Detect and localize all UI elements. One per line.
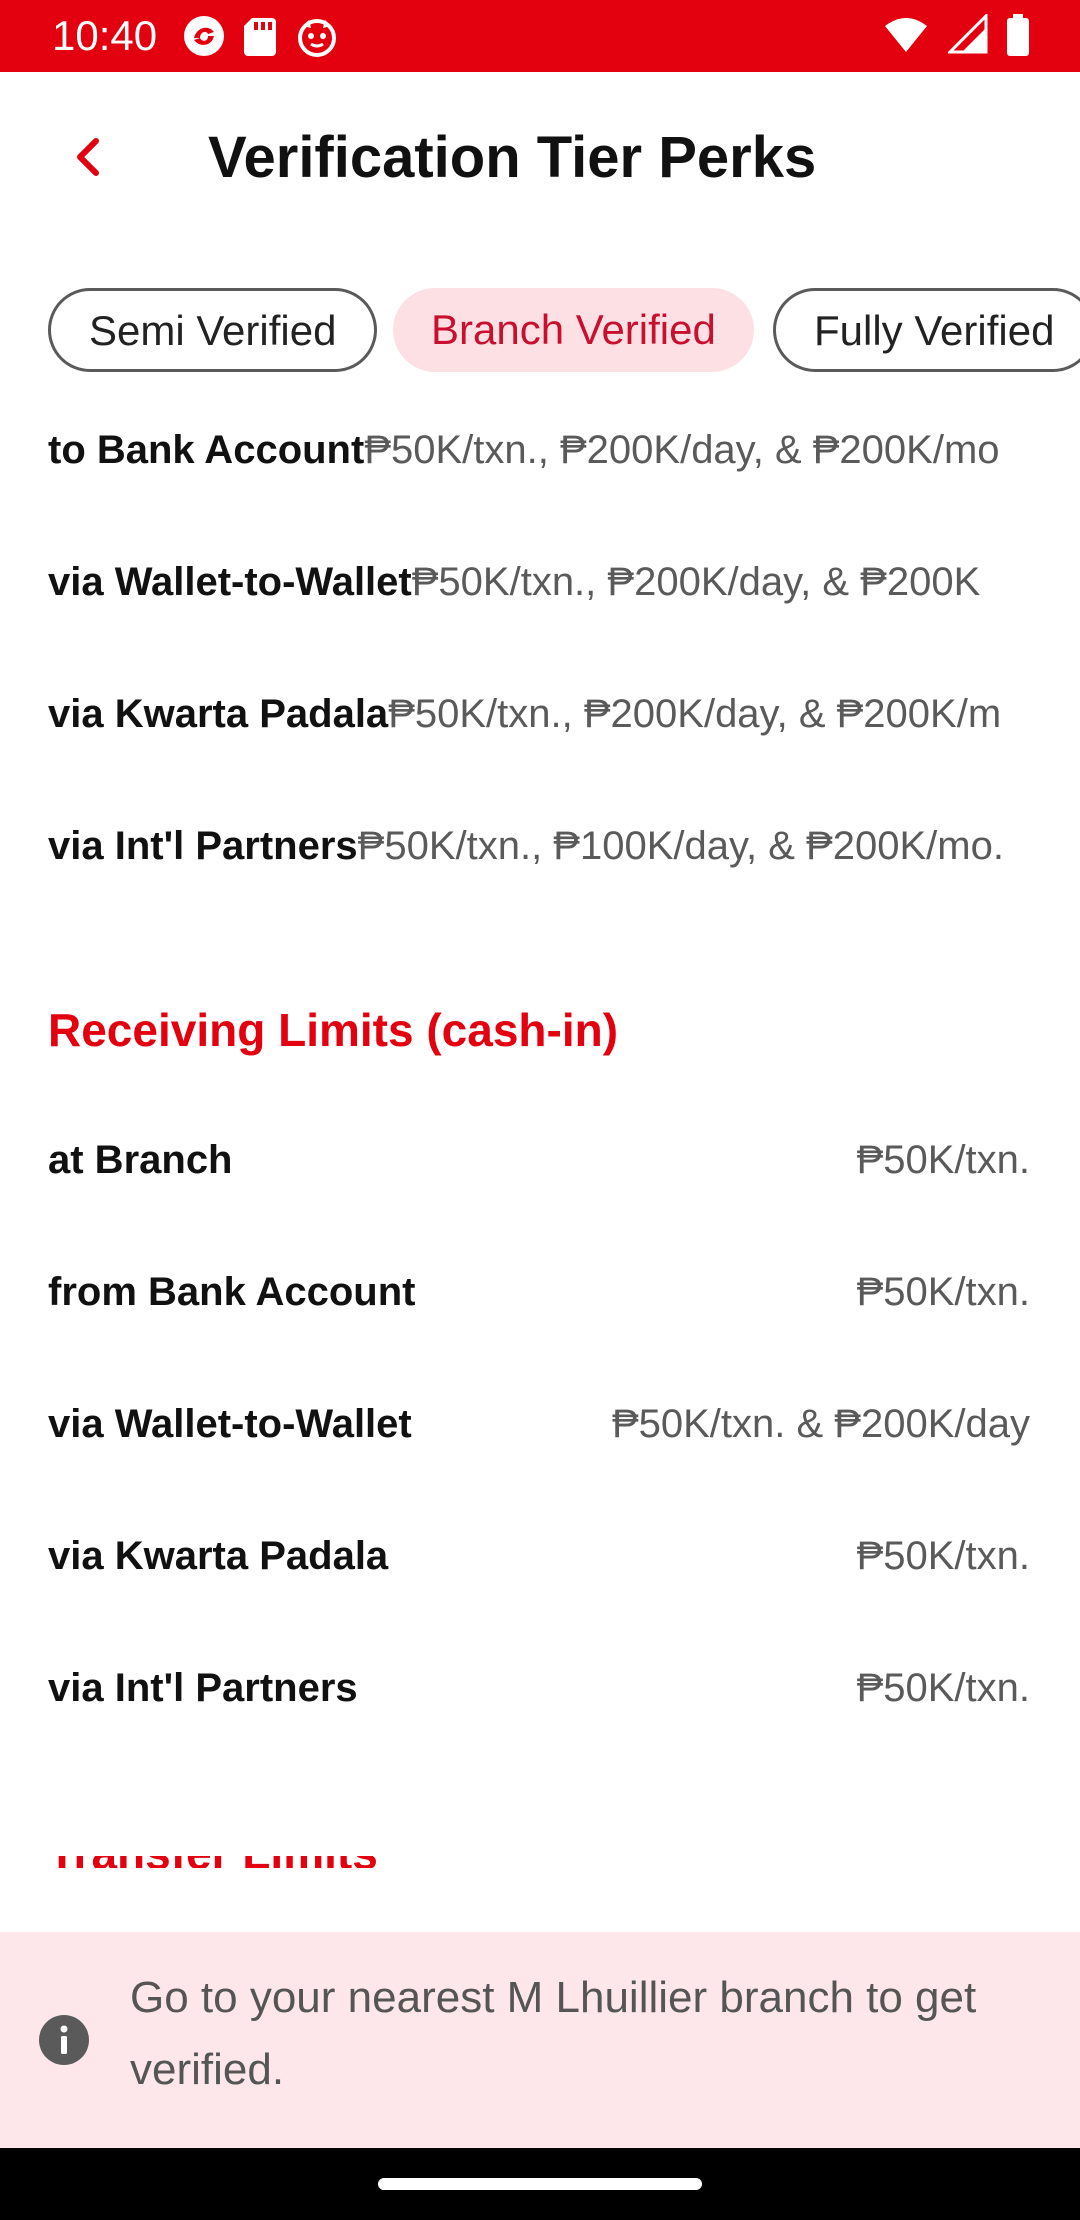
list-item: from Bank Account ₱50K/txn. (48, 1257, 1030, 1327)
info-icon (39, 2015, 89, 2065)
limit-value: ₱50K/txn., ₱200K/day, & ₱200K (411, 559, 981, 604)
list-item: via Kwarta Padala ₱50K/txn., ₱200K/day, … (48, 679, 1030, 749)
next-section-title: Transfer Limits (48, 1856, 378, 1868)
limit-label: via Kwarta Padala (48, 1533, 389, 1578)
battery-icon (1007, 14, 1029, 56)
app-notification-icon (184, 16, 224, 56)
app-bar: Verification Tier Perks (0, 72, 1080, 242)
info-banner: Go to your nearest M Lhuillier branch to… (0, 1932, 1080, 2148)
list-item: via Wallet-to-Wallet ₱50K/txn., ₱200K/da… (48, 547, 1030, 617)
home-gesture-handle[interactable] (378, 2178, 702, 2190)
chevron-left-icon (77, 138, 99, 176)
limit-value: ₱50K/txn. & ₱200K/day (611, 1401, 1030, 1446)
status-bar: 10:40 (0, 0, 1080, 72)
perks-content[interactable]: to Bank Account ₱50K/txn., ₱200K/day, & … (0, 380, 1080, 1869)
tab-semi-verified[interactable]: Semi Verified (48, 288, 378, 372)
limit-label: via Wallet-to-Wallet (48, 559, 412, 604)
info-text: Go to your nearest M Lhuillier branch to… (130, 1973, 977, 2094)
limit-label: at Branch (48, 1137, 233, 1182)
wifi-icon (885, 18, 928, 52)
limit-value: ₱50K/txn. (856, 1533, 1030, 1578)
limit-label: to Bank Account (48, 427, 365, 472)
list-item: via Kwarta Padala ₱50K/txn. (48, 1521, 1030, 1591)
limit-value: ₱50K/txn. (856, 1269, 1030, 1314)
limit-value: ₱50K/txn. (856, 1137, 1030, 1182)
limit-label: via Wallet-to-Wallet (48, 1401, 412, 1446)
limit-value: ₱50K/txn. (856, 1665, 1030, 1710)
limit-label: via Kwarta Padala (48, 691, 389, 736)
limit-value: ₱50K/txn., ₱100K/day, & ₱200K/mo. (357, 823, 1004, 868)
list-item: at Branch ₱50K/txn. (48, 1125, 1030, 1195)
list-item: via Int'l Partners ₱50K/txn., ₱100K/day,… (48, 811, 1030, 881)
tab-fully-verified[interactable]: Fully Verified (773, 288, 1080, 372)
signal-icon (945, 12, 988, 54)
system-nav-bar (0, 2148, 1080, 2220)
list-item: via Int'l Partners ₱50K/txn. (48, 1653, 1030, 1723)
status-time: 10:40 (52, 12, 158, 59)
status-system-icons (869, 12, 1030, 58)
cat-face-icon (297, 19, 336, 57)
limit-label: from Bank Account (48, 1269, 416, 1314)
page-title: Verification Tier Perks (208, 125, 817, 190)
list-item: to Bank Account ₱50K/txn., ₱200K/day, & … (48, 415, 1030, 485)
limit-label: via Int'l Partners (48, 823, 358, 868)
status-app-icons (182, 14, 351, 58)
tab-branch-verified[interactable]: Branch Verified (393, 288, 754, 372)
back-button[interactable] (58, 122, 118, 192)
sd-card-icon (244, 18, 277, 56)
limit-value: ₱50K/txn., ₱200K/day, & ₱200K/mo (364, 427, 1000, 472)
limit-label: via Int'l Partners (48, 1665, 358, 1710)
limit-value: ₱50K/txn., ₱200K/day, & ₱200K/m (388, 691, 1002, 736)
receiving-limits-title: Receiving Limits (cash-in) (48, 1004, 619, 1056)
tier-tabs: Semi Verified Branch Verified Fully Veri… (0, 288, 1080, 378)
list-item: via Wallet-to-Wallet ₱50K/txn. & ₱200K/d… (48, 1389, 1030, 1459)
